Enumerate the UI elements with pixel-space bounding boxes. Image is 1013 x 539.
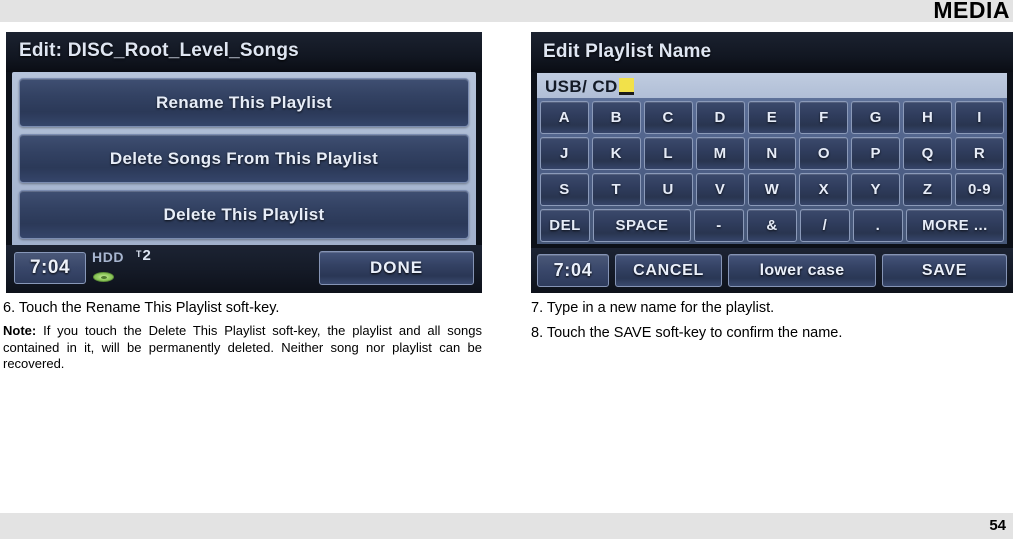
keyboard-row-2: J K L M N O P Q R	[540, 137, 1005, 170]
playlist-name-value: USB/ CD	[545, 76, 618, 96]
key-v[interactable]: V	[695, 173, 745, 206]
key-o[interactable]: O	[799, 137, 849, 170]
cancel-button[interactable]: CANCEL	[615, 254, 722, 287]
playlist-name-input[interactable]: USB/ CD	[537, 73, 1007, 98]
track-number: 2	[142, 247, 151, 264]
softkey-label: Rename This Playlist	[155, 92, 333, 112]
save-button[interactable]: SAVE	[882, 254, 1007, 287]
clock-display: 7:04	[14, 252, 86, 284]
disc-icon	[93, 272, 114, 282]
left-text-column: 6. Touch the Rename This Playlist soft-k…	[3, 298, 482, 373]
key-p[interactable]: P	[851, 137, 901, 170]
done-button[interactable]: DONE	[319, 251, 474, 285]
key-ampersand[interactable]: &	[747, 209, 797, 242]
key-z[interactable]: Z	[903, 173, 953, 206]
key-n[interactable]: N	[747, 137, 797, 170]
screen-title-edit-playlist-name: Edit Playlist Name	[531, 32, 1013, 72]
note-body: If you touch the Delete This Playlist so…	[3, 323, 482, 371]
key-more[interactable]: MORE ...	[906, 209, 1004, 242]
key-space[interactable]: SPACE	[593, 209, 691, 242]
status-bar-right: 7:04 CANCEL lower case SAVE	[531, 248, 1013, 293]
keyboard-row-1: A B C D E F G H I	[540, 101, 1005, 134]
key-w[interactable]: W	[747, 173, 797, 206]
clock-value: 7:04	[29, 257, 71, 278]
key-s[interactable]: S	[540, 173, 589, 206]
keyboard-row-3: S T U V W X Y Z 0-9	[540, 173, 1005, 206]
screen-title-edit-disc: Edit: DISC_Root_Level_Songs	[6, 32, 482, 72]
page-header-band: MEDIA	[0, 0, 1013, 23]
note-paragraph: Note: If you touch the Delete This Playl…	[3, 323, 482, 373]
lower-case-toggle-button[interactable]: lower case	[728, 254, 876, 287]
key-l[interactable]: L	[643, 137, 693, 170]
softkey-delete-songs-from-this-playlist[interactable]: Delete Songs From This Playlist	[19, 134, 469, 183]
softkey-label: Delete This Playlist	[163, 204, 325, 224]
key-a[interactable]: A	[540, 101, 589, 134]
key-hyphen[interactable]: -	[694, 209, 744, 242]
softkey-label: Delete Songs From This Playlist	[109, 148, 379, 168]
source-label: HDD	[92, 249, 125, 265]
key-i[interactable]: I	[955, 101, 1005, 134]
screenshot-edit-playlist-name: Edit Playlist Name USB/ CD A B C D E F G…	[531, 32, 1013, 293]
screenshot-edit-playlist-menu: Edit: DISC_Root_Level_Songs Rename This …	[6, 32, 482, 293]
softkey-delete-this-playlist[interactable]: Delete This Playlist	[19, 190, 469, 239]
track-indicator: T2	[136, 247, 151, 264]
step-8-text: 8. Touch the SAVE soft-key to confirm th…	[531, 325, 843, 341]
key-period[interactable]: .	[853, 209, 903, 242]
note-label: Note:	[3, 323, 37, 338]
softkey-rename-this-playlist[interactable]: Rename This Playlist	[19, 78, 469, 127]
key-f[interactable]: F	[799, 101, 849, 134]
status-bar-left: 7:04 HDD T2 DONE	[6, 245, 482, 293]
page-footer-band: 54	[0, 513, 1013, 539]
playlist-edit-option-list: Rename This Playlist Delete Songs From T…	[12, 72, 476, 273]
key-numbers[interactable]: 0-9	[955, 173, 1005, 206]
on-screen-keyboard: A B C D E F G H I J K L M N O P Q R S T …	[537, 98, 1007, 244]
step-7-text: 7. Type in a new name for the playlist.	[531, 300, 775, 316]
key-m[interactable]: M	[695, 137, 745, 170]
step-6-text: 6. Touch the Rename This Playlist soft-k…	[3, 300, 280, 316]
keyboard-row-4: DEL SPACE - & / . MORE ...	[540, 209, 1004, 242]
key-slash[interactable]: /	[800, 209, 850, 242]
key-d[interactable]: D	[695, 101, 745, 134]
section-title: MEDIA	[933, 0, 1010, 23]
key-b[interactable]: B	[591, 101, 641, 134]
done-button-label: DONE	[369, 258, 424, 277]
key-h[interactable]: H	[903, 101, 953, 134]
key-c[interactable]: C	[643, 101, 693, 134]
page-number: 54	[989, 517, 1006, 534]
key-q[interactable]: Q	[903, 137, 953, 170]
clock-display: 7:04	[537, 254, 609, 287]
key-e[interactable]: E	[747, 101, 797, 134]
key-j[interactable]: J	[540, 137, 589, 170]
key-t[interactable]: T	[591, 173, 641, 206]
key-x[interactable]: X	[799, 173, 849, 206]
key-r[interactable]: R	[955, 137, 1005, 170]
key-y[interactable]: Y	[851, 173, 901, 206]
text-cursor-icon	[618, 78, 634, 95]
key-delete[interactable]: DEL	[540, 209, 590, 242]
key-g[interactable]: G	[851, 101, 901, 134]
key-k[interactable]: K	[591, 137, 641, 170]
key-u[interactable]: U	[643, 173, 693, 206]
track-prefix: T	[136, 249, 142, 259]
right-text-column: 7. Type in a new name for the playlist. …	[531, 298, 1001, 348]
